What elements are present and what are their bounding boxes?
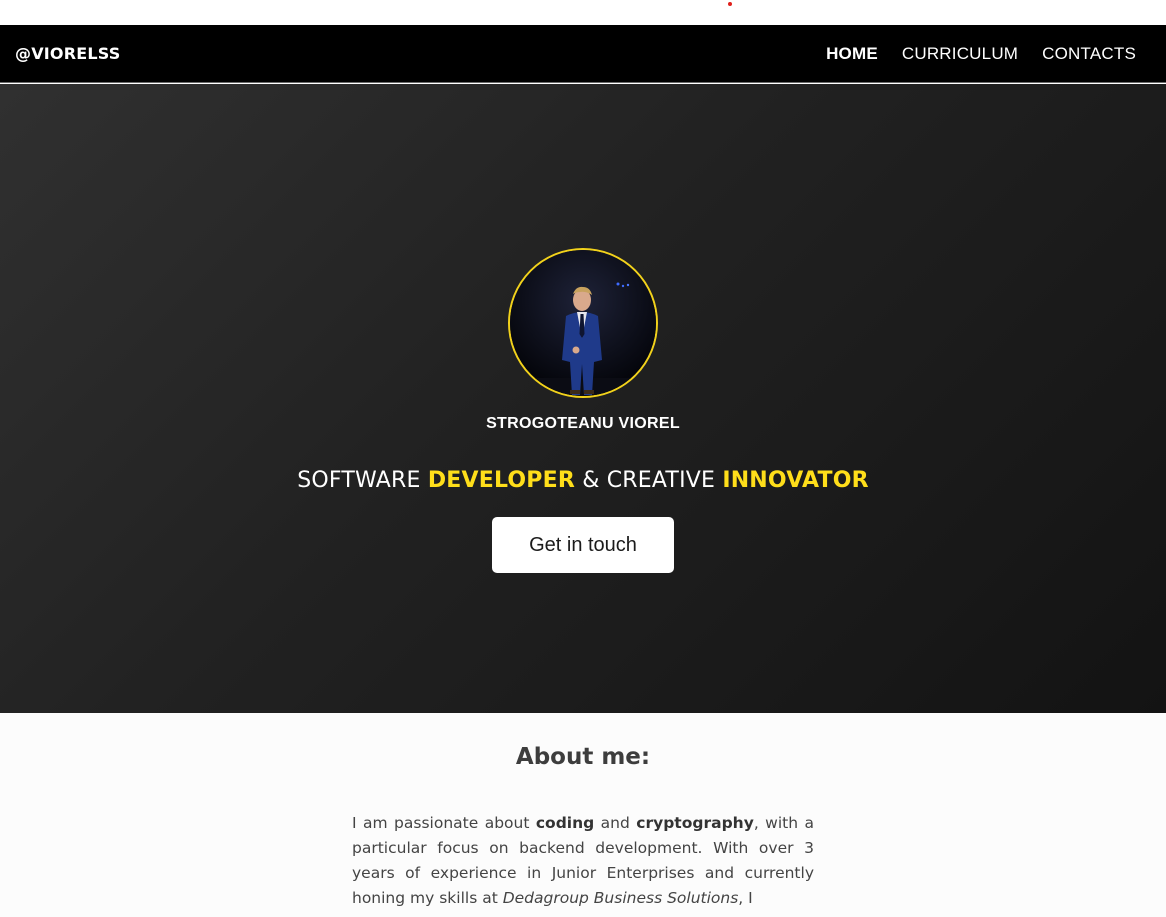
about-text-segment: I am passionate about — [352, 814, 536, 832]
nav-links: HOME CURRICULUM CONTACTS — [826, 44, 1136, 64]
about-italic-company: Dedagroup Business Solutions — [502, 889, 739, 907]
nav-link-curriculum[interactable]: CURRICULUM — [902, 44, 1018, 64]
red-dot-indicator — [728, 2, 732, 6]
about-title: About me: — [515, 744, 651, 770]
avatar — [508, 248, 658, 398]
about-paragraph: I am passionate about coding and cryptog… — [352, 811, 814, 911]
hero-tagline: SOFTWARE DEVELOPER & CREATIVE INNOVATOR — [0, 468, 1166, 493]
tagline-text-2: & CREATIVE — [575, 468, 723, 493]
about-bold-cryptography: cryptography — [636, 814, 754, 832]
profile-photo-icon — [510, 250, 656, 396]
about-text-segment: , I — [738, 889, 753, 907]
tagline-text-1: SOFTWARE — [297, 468, 428, 493]
about-section: About me: I am passionate about coding a… — [0, 713, 1166, 917]
navbar: @VIORELSS HOME CURRICULUM CONTACTS — [0, 25, 1166, 83]
tagline-highlight-innovator: INNOVATOR — [722, 468, 869, 493]
get-in-touch-button[interactable]: Get in touch — [492, 517, 674, 573]
nav-link-contacts[interactable]: CONTACTS — [1042, 44, 1136, 64]
browser-top-strip — [0, 0, 1166, 25]
person-name: STROGOTEANU VIOREL — [486, 415, 680, 432]
brand-logo[interactable]: @VIORELSS — [15, 44, 121, 63]
about-bold-coding: coding — [535, 814, 595, 832]
tagline-highlight-developer: DEVELOPER — [427, 468, 575, 493]
about-text-segment: and — [594, 814, 637, 832]
nav-link-home[interactable]: HOME — [826, 44, 878, 64]
hero-section: STROGOTEANU VIOREL SOFTWARE DEVELOPER & … — [0, 84, 1166, 713]
